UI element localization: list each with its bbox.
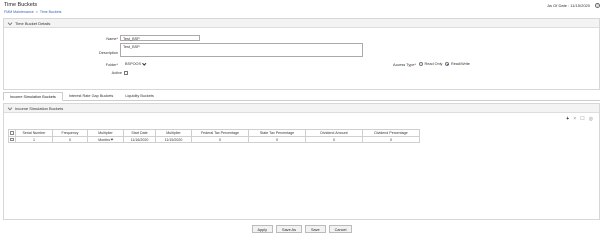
access-type-label: Access Type* xyxy=(393,63,416,67)
collapse-icon[interactable] xyxy=(7,105,13,111)
as-of-date: As Of Date : 11/15/2020 xyxy=(547,3,590,8)
grid-panel-header[interactable]: Income Simulation Buckets xyxy=(4,104,599,113)
col-multiplier[interactable]: Multiplier xyxy=(87,129,124,137)
name-label: Name* xyxy=(106,37,118,41)
grid-toolbar: + × ☐ ◎ xyxy=(566,117,593,122)
income-simulation-grid: Serial Number Frequency Multiplier Start… xyxy=(8,129,420,143)
col-state-tax-percentage[interactable]: State Tax Percentage xyxy=(248,129,306,137)
folder-select[interactable]: BSPOOS xyxy=(125,61,147,66)
tab-liquidity-buckets[interactable]: Liquidity Buckets xyxy=(119,92,160,101)
cell-dividend-percentage[interactable]: 0 xyxy=(362,136,420,143)
access-read-write-radio[interactable] xyxy=(445,62,450,66)
apply-button[interactable]: Apply xyxy=(251,225,274,233)
collapse-icon[interactable] xyxy=(7,20,13,26)
delete-icon[interactable]: × xyxy=(573,117,576,122)
cell-serial-number: 1 xyxy=(15,136,53,143)
breadcrumb-separator: > xyxy=(35,10,38,14)
col-multiplier-2[interactable]: Multiplier xyxy=(155,129,192,137)
details-panel-header[interactable]: Time Bucket Details xyxy=(4,19,599,28)
add-icon[interactable]: + xyxy=(566,117,569,122)
grid-panel-title: Income Simulation Buckets xyxy=(15,105,64,111)
description-input[interactable]: Test_BSP xyxy=(120,43,363,57)
table-row[interactable]: 1 0 Months 11/16/2020 11/15/2020 0 0 0 0 xyxy=(8,136,420,143)
col-frequency[interactable]: Frequency xyxy=(52,129,88,137)
access-type-group: Read Only Read/Write xyxy=(419,62,473,66)
view-icon[interactable]: ◎ xyxy=(589,117,593,122)
row-checkbox[interactable] xyxy=(10,137,14,142)
breadcrumb-fmm-maintenance[interactable]: FMM Maintenance xyxy=(4,10,34,14)
breadcrumb-time-buckets: Time Buckets xyxy=(39,10,62,14)
description-label: Description xyxy=(99,51,118,55)
bucket-tabs: Income Simulation Buckets Interest Rate … xyxy=(3,92,600,101)
cell-state-tax[interactable]: 0 xyxy=(248,136,306,143)
folder-label: Folder* xyxy=(105,63,118,67)
cell-frequency[interactable]: 0 xyxy=(52,136,88,143)
chevron-down-icon xyxy=(110,137,114,141)
col-serial-number[interactable]: Serial Number xyxy=(15,129,53,137)
select-all-header xyxy=(8,129,16,137)
row-select-cell xyxy=(8,136,16,143)
cell-multiplier-date: 11/15/2020 xyxy=(155,136,192,143)
select-all-checkbox[interactable] xyxy=(10,131,14,135)
name-input[interactable]: Test_BSP xyxy=(120,35,200,41)
grid-header-row: Serial Number Frequency Multiplier Start… xyxy=(8,129,420,137)
col-dividend-amount[interactable]: Dividend Amount xyxy=(305,129,363,137)
time-bucket-details-panel: Time Bucket Details Name* Test_BSP Descr… xyxy=(3,18,600,90)
access-read-only-radio[interactable] xyxy=(419,62,423,66)
tab-income-simulation-buckets[interactable]: Income Simulation Buckets xyxy=(3,92,63,101)
details-panel-title: Time Bucket Details xyxy=(15,20,51,26)
col-federal-tax-percentage[interactable]: Federal Tax Percentage xyxy=(191,129,249,137)
active-label: Active xyxy=(111,71,122,75)
col-start-date[interactable]: Start Date xyxy=(123,129,156,137)
page-title: Time Buckets xyxy=(4,2,38,8)
active-checkbox[interactable] xyxy=(124,71,128,75)
help-icon[interactable]: ? xyxy=(595,3,600,8)
multiplier-value: Months xyxy=(98,137,110,142)
cell-federal-tax[interactable]: 0 xyxy=(191,136,249,143)
footer-actions: Apply Save As Save Cancel xyxy=(0,225,604,233)
cell-multiplier[interactable]: Months xyxy=(87,136,124,143)
tab-interest-rate-gap-buckets[interactable]: Interest Rate Gap Buckets xyxy=(63,92,120,101)
access-read-only-label: Read Only xyxy=(424,62,443,66)
cell-dividend-amount[interactable]: 0 xyxy=(305,136,363,143)
chevron-down-icon xyxy=(142,61,147,66)
income-simulation-buckets-panel: Income Simulation Buckets + × ☐ ◎ Serial… xyxy=(3,103,600,220)
cell-start-date: 11/16/2020 xyxy=(123,136,156,143)
save-button[interactable]: Save xyxy=(304,225,326,233)
access-read-write-label: Read/Write xyxy=(450,62,470,66)
copy-icon[interactable]: ☐ xyxy=(580,117,584,122)
save-as-button[interactable]: Save As xyxy=(276,225,302,233)
breadcrumb: FMM Maintenance > Time Buckets xyxy=(4,10,61,14)
col-dividend-percentage[interactable]: Dividend Percentage xyxy=(362,129,420,137)
cancel-button[interactable]: Cancel xyxy=(328,225,353,233)
